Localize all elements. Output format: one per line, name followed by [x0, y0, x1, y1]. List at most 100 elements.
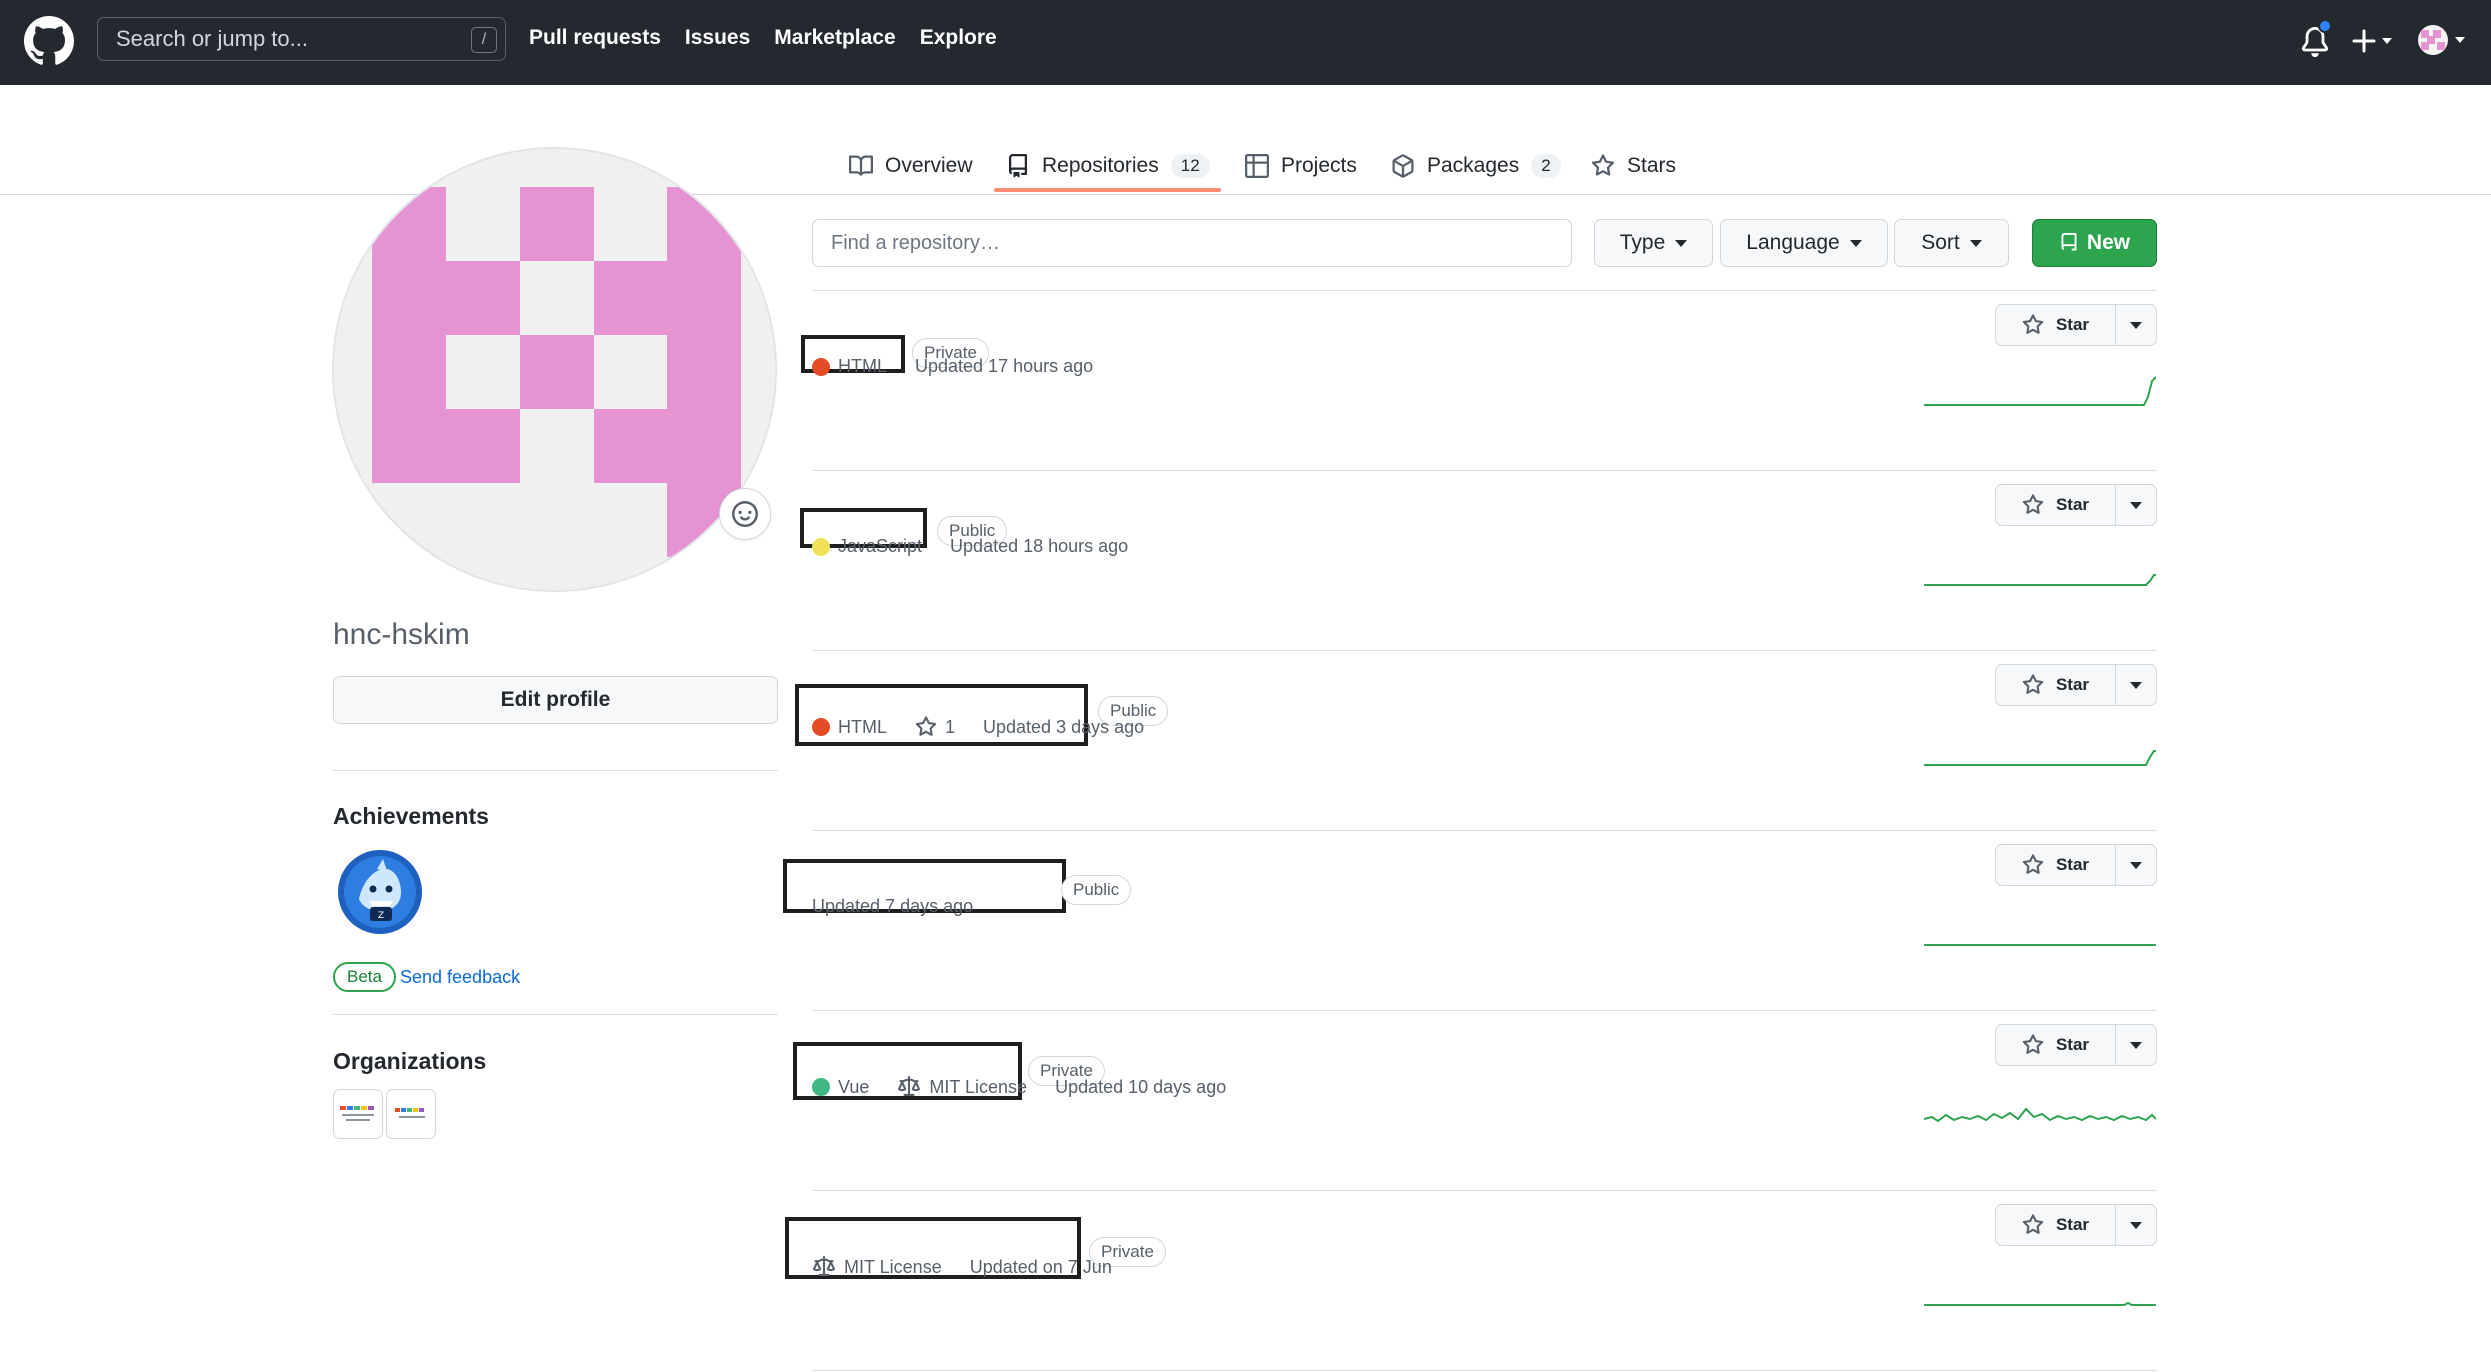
law-scale-icon [898, 1076, 921, 1096]
global-header: / Pull requests Issues Marketplace Explo… [0, 0, 2491, 85]
repo-license: MIT License [929, 1076, 1028, 1097]
visibility-badge: Public [1061, 875, 1132, 905]
nav-explore[interactable]: Explore [920, 26, 997, 50]
star-list-dropdown[interactable] [2116, 485, 2156, 525]
global-search[interactable]: / [97, 17, 506, 61]
sort-label: Sort [1921, 231, 1960, 254]
caret-down-icon [1969, 239, 1982, 247]
star-icon [2022, 674, 2044, 694]
star-button-group: Star [1995, 304, 2157, 346]
star-icon [2022, 494, 2044, 514]
profile-username: hnc-hskim [333, 618, 470, 651]
book-icon [849, 155, 873, 176]
edit-profile-button[interactable]: Edit profile [333, 676, 778, 724]
type-filter-button[interactable]: Type [1594, 219, 1713, 267]
repo-meta: JavaScript Updated 18 hours ago [812, 536, 1128, 557]
law-scale-icon [813, 1256, 835, 1276]
caret-down-icon [2130, 1221, 2142, 1229]
repo-icon [2061, 233, 2077, 251]
repo-meta: MIT License Updated on 7 Jun [812, 1256, 1112, 1278]
repo-meta: HTML Updated 17 hours ago [812, 356, 1093, 377]
activity-sparkline [1924, 944, 2156, 946]
organization-avatar[interactable] [386, 1089, 436, 1139]
achievement-badge-shark-icon[interactable]: Z [337, 849, 423, 935]
star-icon [2022, 854, 2044, 874]
repo-language: HTML [838, 356, 887, 376]
org-logo-icon [395, 1108, 425, 1118]
star-button[interactable]: Star [1996, 1025, 2116, 1065]
tab-repositories[interactable]: Repositories 12 [1006, 140, 1210, 192]
repo-list-item: Public JavaScript Updated 18 hours ago S… [800, 471, 2157, 651]
new-button-label: New [2086, 231, 2131, 254]
svg-text:Z: Z [378, 911, 384, 921]
star-list-dropdown[interactable] [2116, 1205, 2156, 1245]
organization-avatar[interactable] [333, 1089, 383, 1139]
find-repository-input[interactable] [813, 220, 1571, 266]
sort-button[interactable]: Sort [1894, 219, 2009, 267]
caret-down-icon [1675, 239, 1688, 247]
send-feedback-link[interactable]: Send feedback [400, 967, 520, 988]
tab-packages-label: Packages [1427, 154, 1520, 177]
language-color-dot [812, 537, 830, 556]
tab-stars[interactable]: Stars [1591, 140, 1676, 192]
repo-language: Vue [838, 1076, 870, 1097]
user-menu-avatar-icon[interactable] [2417, 23, 2469, 57]
nav-marketplace[interactable]: Marketplace [774, 26, 895, 50]
caret-down-icon [2130, 321, 2142, 329]
create-new-plus-icon[interactable] [2352, 24, 2398, 58]
repo-list-item: Private Vue MIT License Updated 10 days … [793, 1011, 2157, 1191]
repo-stargazers-count[interactable]: 1 [945, 717, 955, 738]
unread-notification-dot [2318, 19, 2332, 33]
profile-divider [333, 1014, 778, 1015]
packages-count-badge: 2 [1531, 154, 1561, 178]
tab-repositories-label: Repositories [1042, 154, 1159, 177]
star-list-dropdown[interactable] [2116, 305, 2156, 345]
repo-list-item: Public Updated 7 days ago Star [783, 831, 2157, 1011]
tab-projects[interactable]: Projects [1245, 140, 1357, 192]
language-filter-label: Language [1746, 231, 1840, 254]
profile-avatar[interactable] [332, 147, 777, 592]
find-repository-field[interactable] [812, 219, 1572, 267]
star-label: Star [2055, 1035, 2090, 1054]
search-input[interactable] [98, 18, 505, 60]
star-button[interactable]: Star [1996, 485, 2116, 525]
activity-sparkline [1924, 574, 2156, 586]
star-icon [1591, 154, 1615, 176]
caret-down-icon [2130, 1041, 2142, 1049]
activity-sparkline [1924, 750, 2156, 766]
language-color-dot [812, 718, 830, 736]
star-list-dropdown[interactable] [2116, 665, 2156, 705]
beta-badge: Beta [333, 962, 396, 992]
repo-updated: Updated 17 hours ago [915, 356, 1094, 376]
tab-overview-label: Overview [885, 154, 973, 177]
caret-down-icon [2130, 681, 2142, 689]
identicon-image [334, 149, 775, 590]
repo-meta: Updated 7 days ago [812, 896, 973, 917]
star-button[interactable]: Star [1996, 665, 2116, 705]
star-button[interactable]: Star [1996, 845, 2116, 885]
tab-packages[interactable]: Packages 2 [1391, 140, 1561, 192]
star-list-dropdown[interactable] [2116, 1025, 2156, 1065]
star-button-group: Star [1995, 1204, 2157, 1246]
github-logo-icon[interactable] [24, 16, 74, 66]
profile-divider [333, 770, 778, 771]
star-label: Star [2055, 495, 2090, 514]
new-repository-button[interactable]: New [2032, 219, 2157, 267]
nav-pull-requests[interactable]: Pull requests [529, 26, 661, 50]
star-button-group: Star [1995, 1024, 2157, 1066]
star-list-dropdown[interactable] [2116, 845, 2156, 885]
repo-updated: Updated 10 days ago [1055, 1076, 1227, 1097]
package-icon [1392, 154, 1414, 178]
repo-meta: Vue MIT License Updated 10 days ago [812, 1076, 1226, 1098]
star-button[interactable]: Star [1996, 1205, 2116, 1245]
star-button[interactable]: Star [1996, 305, 2116, 345]
set-status-button[interactable] [719, 488, 771, 540]
nav-issues[interactable]: Issues [685, 26, 750, 50]
caret-down-icon [1849, 239, 1862, 247]
star-button-group: Star [1995, 664, 2157, 706]
star-icon [2022, 314, 2044, 334]
tab-overview[interactable]: Overview [849, 140, 973, 192]
language-filter-button[interactable]: Language [1720, 219, 1888, 267]
language-color-dot [812, 357, 830, 376]
repo-meta: HTML 1 Updated 3 days ago [812, 716, 1144, 738]
